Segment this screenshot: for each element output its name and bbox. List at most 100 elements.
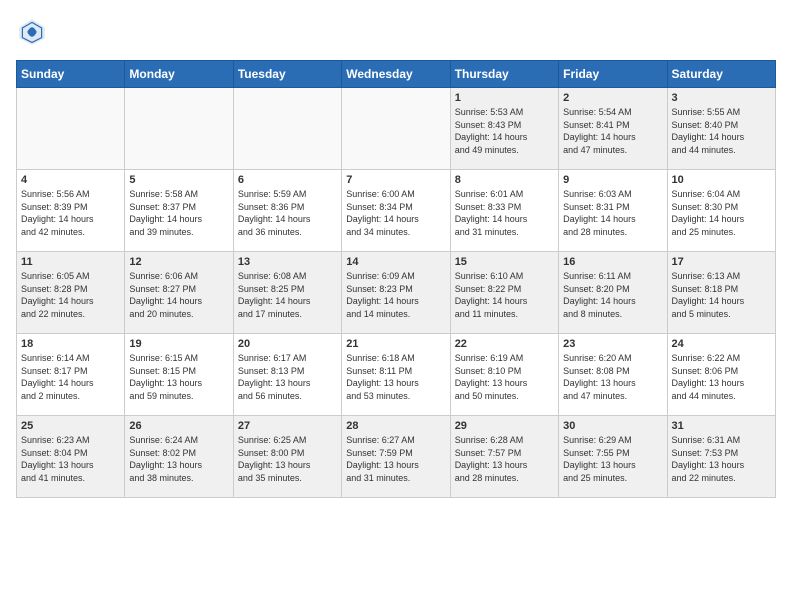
day-number: 11	[21, 256, 120, 268]
day-number: 10	[672, 174, 771, 186]
calendar-cell: 28 Sunrise: 6:27 AM Sunset: 7:59 PM Dayli…	[342, 416, 450, 498]
day-number: 22	[455, 338, 554, 350]
calendar-cell	[342, 88, 450, 170]
day-info: Sunrise: 6:23 AM Sunset: 8:04 PM Dayligh…	[21, 434, 120, 484]
day-of-week-header: Wednesday	[342, 61, 450, 88]
day-info: Sunrise: 5:59 AM Sunset: 8:36 PM Dayligh…	[238, 188, 337, 238]
calendar-cell: 26 Sunrise: 6:24 AM Sunset: 8:02 PM Dayli…	[125, 416, 233, 498]
day-number: 13	[238, 256, 337, 268]
day-info: Sunrise: 6:10 AM Sunset: 8:22 PM Dayligh…	[455, 270, 554, 320]
calendar-cell: 24 Sunrise: 6:22 AM Sunset: 8:06 PM Dayli…	[667, 334, 775, 416]
day-of-week-header: Saturday	[667, 61, 775, 88]
day-number: 4	[21, 174, 120, 186]
day-number: 30	[563, 420, 662, 432]
day-info: Sunrise: 6:08 AM Sunset: 8:25 PM Dayligh…	[238, 270, 337, 320]
calendar-cell: 11 Sunrise: 6:05 AM Sunset: 8:28 PM Dayli…	[17, 252, 125, 334]
calendar-cell: 2 Sunrise: 5:54 AM Sunset: 8:41 PM Daylig…	[559, 88, 667, 170]
day-info: Sunrise: 5:53 AM Sunset: 8:43 PM Dayligh…	[455, 106, 554, 156]
day-info: Sunrise: 6:20 AM Sunset: 8:08 PM Dayligh…	[563, 352, 662, 402]
day-number: 21	[346, 338, 445, 350]
day-number: 14	[346, 256, 445, 268]
day-info: Sunrise: 5:56 AM Sunset: 8:39 PM Dayligh…	[21, 188, 120, 238]
day-info: Sunrise: 5:54 AM Sunset: 8:41 PM Dayligh…	[563, 106, 662, 156]
day-info: Sunrise: 5:58 AM Sunset: 8:37 PM Dayligh…	[129, 188, 228, 238]
calendar-cell	[17, 88, 125, 170]
day-info: Sunrise: 6:11 AM Sunset: 8:20 PM Dayligh…	[563, 270, 662, 320]
day-info: Sunrise: 6:15 AM Sunset: 8:15 PM Dayligh…	[129, 352, 228, 402]
calendar-cell: 10 Sunrise: 6:04 AM Sunset: 8:30 PM Dayli…	[667, 170, 775, 252]
logo-icon	[16, 16, 48, 48]
day-number: 1	[455, 92, 554, 104]
day-number: 25	[21, 420, 120, 432]
day-number: 16	[563, 256, 662, 268]
day-info: Sunrise: 6:19 AM Sunset: 8:10 PM Dayligh…	[455, 352, 554, 402]
day-of-week-header: Monday	[125, 61, 233, 88]
calendar-header-row: SundayMondayTuesdayWednesdayThursdayFrid…	[17, 61, 776, 88]
calendar-cell	[233, 88, 341, 170]
day-info: Sunrise: 6:17 AM Sunset: 8:13 PM Dayligh…	[238, 352, 337, 402]
day-number: 8	[455, 174, 554, 186]
calendar-cell: 9 Sunrise: 6:03 AM Sunset: 8:31 PM Daylig…	[559, 170, 667, 252]
calendar-cell: 14 Sunrise: 6:09 AM Sunset: 8:23 PM Dayli…	[342, 252, 450, 334]
day-info: Sunrise: 6:04 AM Sunset: 8:30 PM Dayligh…	[672, 188, 771, 238]
calendar-week-row: 11 Sunrise: 6:05 AM Sunset: 8:28 PM Dayli…	[17, 252, 776, 334]
calendar-cell: 7Sunrise: 6:00 AM Sunset: 8:34 PM Daylig…	[342, 170, 450, 252]
day-info: Sunrise: 6:00 AM Sunset: 8:34 PM Dayligh…	[346, 188, 445, 238]
calendar-cell: 1 Sunrise: 5:53 AM Sunset: 8:43 PM Daylig…	[450, 88, 558, 170]
day-info: Sunrise: 6:27 AM Sunset: 7:59 PM Dayligh…	[346, 434, 445, 484]
day-info: Sunrise: 6:13 AM Sunset: 8:18 PM Dayligh…	[672, 270, 771, 320]
day-of-week-header: Thursday	[450, 61, 558, 88]
day-info: Sunrise: 6:24 AM Sunset: 8:02 PM Dayligh…	[129, 434, 228, 484]
calendar-cell: 27 Sunrise: 6:25 AM Sunset: 8:00 PM Dayli…	[233, 416, 341, 498]
calendar-cell: 18 Sunrise: 6:14 AM Sunset: 8:17 PM Dayli…	[17, 334, 125, 416]
calendar-week-row: 4 Sunrise: 5:56 AM Sunset: 8:39 PM Daylig…	[17, 170, 776, 252]
day-info: Sunrise: 6:31 AM Sunset: 7:53 PM Dayligh…	[672, 434, 771, 484]
day-number: 12	[129, 256, 228, 268]
day-info: Sunrise: 6:01 AM Sunset: 8:33 PM Dayligh…	[455, 188, 554, 238]
calendar-cell: 20 Sunrise: 6:17 AM Sunset: 8:13 PM Dayli…	[233, 334, 341, 416]
calendar-cell: 13 Sunrise: 6:08 AM Sunset: 8:25 PM Dayli…	[233, 252, 341, 334]
day-number: 20	[238, 338, 337, 350]
calendar-cell: 22 Sunrise: 6:19 AM Sunset: 8:10 PM Dayli…	[450, 334, 558, 416]
day-number: 17	[672, 256, 771, 268]
calendar-cell: 23Sunrise: 6:20 AM Sunset: 8:08 PM Dayli…	[559, 334, 667, 416]
day-info: Sunrise: 5:55 AM Sunset: 8:40 PM Dayligh…	[672, 106, 771, 156]
day-number: 5	[129, 174, 228, 186]
calendar-cell: 19 Sunrise: 6:15 AM Sunset: 8:15 PM Dayli…	[125, 334, 233, 416]
day-number: 28	[346, 420, 445, 432]
day-info: Sunrise: 6:06 AM Sunset: 8:27 PM Dayligh…	[129, 270, 228, 320]
day-info: Sunrise: 6:09 AM Sunset: 8:23 PM Dayligh…	[346, 270, 445, 320]
calendar-cell: 4 Sunrise: 5:56 AM Sunset: 8:39 PM Daylig…	[17, 170, 125, 252]
day-number: 19	[129, 338, 228, 350]
calendar-table: SundayMondayTuesdayWednesdayThursdayFrid…	[16, 60, 776, 498]
day-number: 26	[129, 420, 228, 432]
calendar-cell: 16 Sunrise: 6:11 AM Sunset: 8:20 PM Dayli…	[559, 252, 667, 334]
day-number: 24	[672, 338, 771, 350]
calendar-cell: 17 Sunrise: 6:13 AM Sunset: 8:18 PM Dayli…	[667, 252, 775, 334]
calendar-cell	[125, 88, 233, 170]
day-info: Sunrise: 6:29 AM Sunset: 7:55 PM Dayligh…	[563, 434, 662, 484]
day-number: 2	[563, 92, 662, 104]
calendar-week-row: 25 Sunrise: 6:23 AM Sunset: 8:04 PM Dayli…	[17, 416, 776, 498]
day-number: 3	[672, 92, 771, 104]
calendar-cell: 31Sunrise: 6:31 AM Sunset: 7:53 PM Dayli…	[667, 416, 775, 498]
day-info: Sunrise: 6:28 AM Sunset: 7:57 PM Dayligh…	[455, 434, 554, 484]
day-info: Sunrise: 6:22 AM Sunset: 8:06 PM Dayligh…	[672, 352, 771, 402]
calendar-cell: 5 Sunrise: 5:58 AM Sunset: 8:37 PM Daylig…	[125, 170, 233, 252]
day-info: Sunrise: 6:14 AM Sunset: 8:17 PM Dayligh…	[21, 352, 120, 402]
day-info: Sunrise: 6:05 AM Sunset: 8:28 PM Dayligh…	[21, 270, 120, 320]
day-number: 6	[238, 174, 337, 186]
calendar-cell: 12 Sunrise: 6:06 AM Sunset: 8:27 PM Dayli…	[125, 252, 233, 334]
day-of-week-header: Tuesday	[233, 61, 341, 88]
day-number: 27	[238, 420, 337, 432]
day-info: Sunrise: 6:25 AM Sunset: 8:00 PM Dayligh…	[238, 434, 337, 484]
day-info: Sunrise: 6:18 AM Sunset: 8:11 PM Dayligh…	[346, 352, 445, 402]
day-number: 18	[21, 338, 120, 350]
calendar-cell: 21 Sunrise: 6:18 AM Sunset: 8:11 PM Dayli…	[342, 334, 450, 416]
logo	[16, 16, 52, 48]
day-info: Sunrise: 6:03 AM Sunset: 8:31 PM Dayligh…	[563, 188, 662, 238]
day-of-week-header: Friday	[559, 61, 667, 88]
calendar-week-row: 18 Sunrise: 6:14 AM Sunset: 8:17 PM Dayli…	[17, 334, 776, 416]
day-number: 9	[563, 174, 662, 186]
calendar-week-row: 1 Sunrise: 5:53 AM Sunset: 8:43 PM Daylig…	[17, 88, 776, 170]
